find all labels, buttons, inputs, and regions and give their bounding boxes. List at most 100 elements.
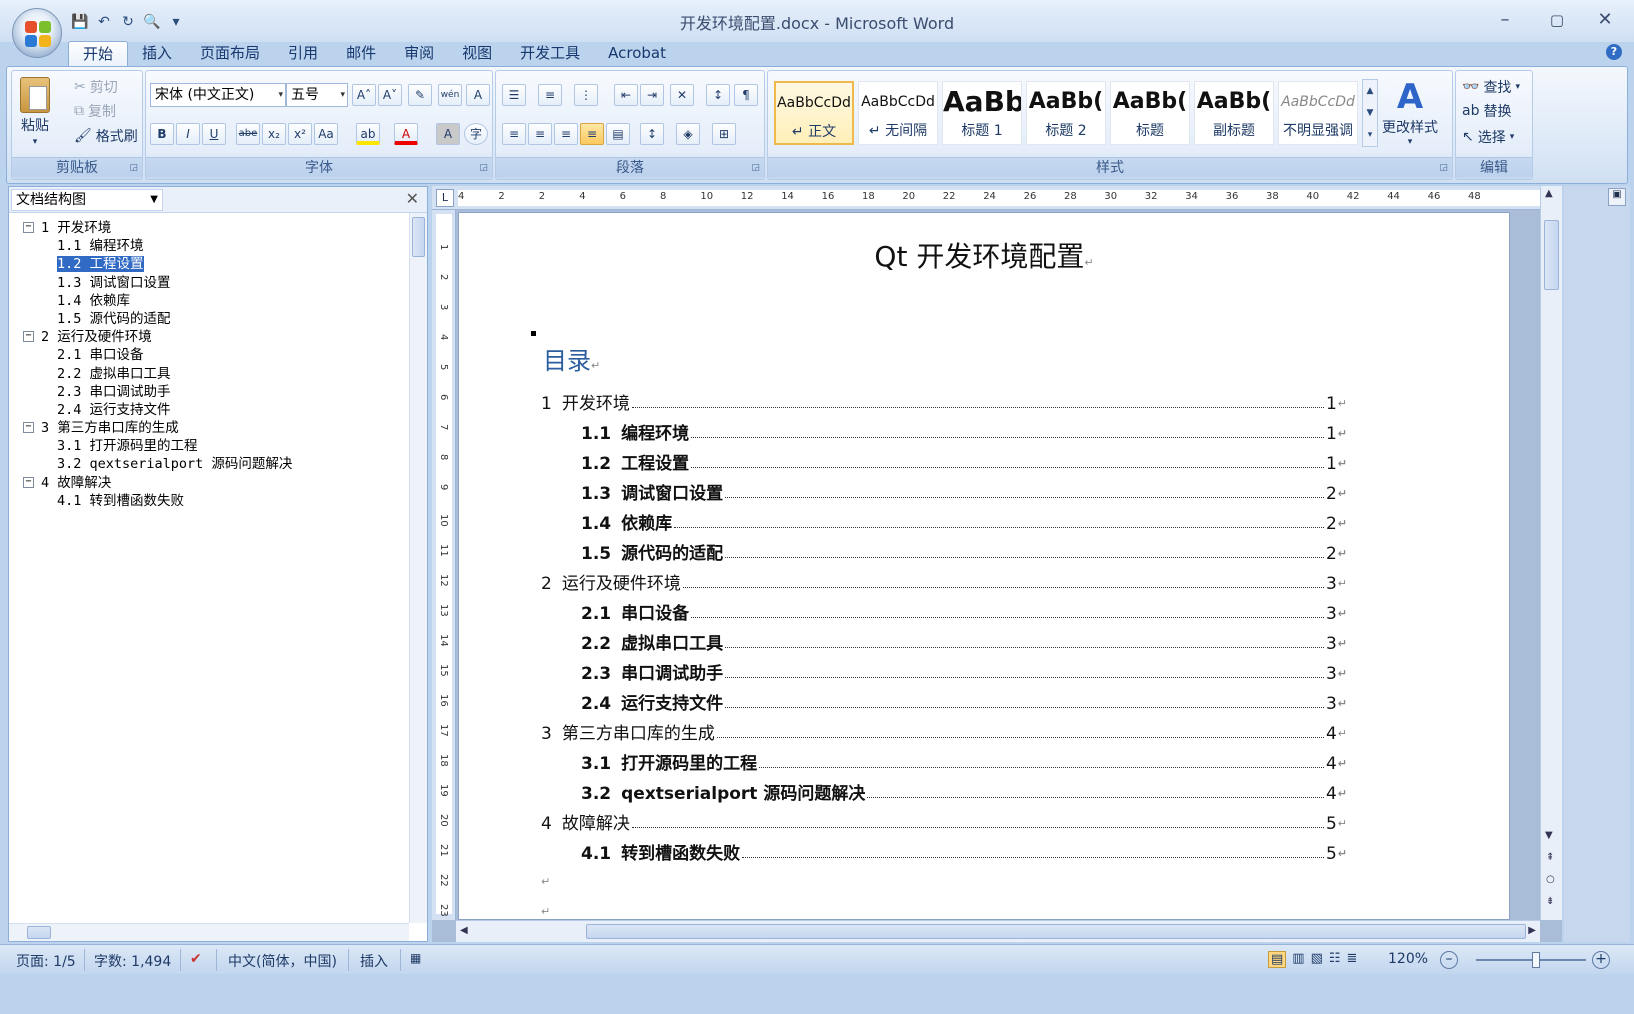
decrease-indent-icon[interactable]: ⇤ bbox=[614, 84, 638, 106]
customize-qat-icon[interactable]: ▾ bbox=[166, 12, 186, 32]
page-count[interactable]: 页面: 1/5 bbox=[16, 951, 76, 971]
toc-entry[interactable]: 3 第三方串口库的生成 4 ↵ bbox=[541, 720, 1347, 744]
style-heading-1[interactable]: AaBb 标题 1 bbox=[942, 81, 1022, 145]
select-button[interactable]: ↖ 选择 ▾ bbox=[1462, 127, 1514, 147]
nav-tree-item[interactable]: 2.4 运行支持文件 bbox=[23, 401, 292, 419]
nav-vertical-scrollbar[interactable] bbox=[409, 213, 427, 923]
tab-page-layout[interactable]: 页面布局 bbox=[186, 41, 274, 67]
nav-tree-item[interactable]: 1.4 依赖库 bbox=[23, 292, 292, 310]
scroll-left-icon[interactable]: ◀ bbox=[460, 925, 468, 936]
style-heading-2[interactable]: AaBb(标题 2 bbox=[1026, 81, 1106, 145]
align-left-icon[interactable]: ≡ bbox=[502, 123, 526, 145]
nav-tree-item[interactable]: 2.2 虚拟串口工具 bbox=[23, 365, 292, 383]
word-count[interactable]: 字数: 1,494 bbox=[94, 951, 171, 971]
nav-tree-item[interactable]: 1.3 调试窗口设置 bbox=[23, 274, 292, 292]
nav-scroll-thumb[interactable] bbox=[412, 217, 425, 257]
phonetic-guide-button[interactable]: wén bbox=[438, 84, 462, 106]
toc-entry[interactable]: 1.3 调试窗口设置 2 ↵ bbox=[581, 480, 1347, 504]
style-normal[interactable]: AaBbCcDd ↵ 正文 bbox=[774, 81, 854, 145]
line-spacing-icon[interactable]: ↕ bbox=[640, 123, 664, 145]
zoom-in-icon[interactable]: + bbox=[1592, 951, 1610, 969]
align-right-icon[interactable]: ≡ bbox=[554, 123, 578, 145]
shrink-font-button[interactable]: A˅ bbox=[378, 84, 402, 106]
toc-entry[interactable]: 1.1 编程环境 1 ↵ bbox=[581, 420, 1347, 444]
toc-entry[interactable]: 3.1 打开源码里的工程 4 ↵ bbox=[581, 750, 1347, 774]
toc-entry[interactable]: 4 故障解决 5 ↵ bbox=[541, 810, 1347, 834]
print-layout-icon[interactable]: ▤ bbox=[1268, 951, 1287, 968]
vertical-ruler[interactable]: 1 2 3 4 5 6 7 8 9 10 11 12 13 14 15 16 17 18 19 20 21 22 23 bbox=[432, 210, 456, 920]
superscript-button[interactable]: x² bbox=[288, 123, 312, 145]
nav-tree-item[interactable]: 2.3 串口调试助手 bbox=[23, 383, 292, 401]
scroll-right-icon[interactable]: ▶ bbox=[1528, 925, 1536, 936]
document-vertical-scrollbar[interactable]: ▲ ▼ ⇞ ○ ⇟ bbox=[1540, 186, 1562, 920]
numbering-icon[interactable]: ≡ bbox=[538, 84, 562, 106]
draft-view-icon[interactable]: ≣ bbox=[1347, 951, 1358, 968]
bold-button[interactable]: B bbox=[150, 123, 174, 145]
undo-icon[interactable]: ↶ bbox=[94, 12, 114, 32]
highlight-button[interactable]: ab bbox=[356, 123, 380, 145]
toc-entry[interactable]: 4.1 转到槽函数失败 5 ↵ bbox=[581, 840, 1347, 864]
print-preview-icon[interactable]: 🔍 bbox=[142, 12, 162, 32]
document-scroll-thumb[interactable] bbox=[1544, 220, 1559, 290]
paste-button[interactable]: 粘贴 ▾ bbox=[20, 77, 50, 147]
nav-tree-item[interactable]: −2 运行及硬件环境 bbox=[23, 328, 292, 346]
next-page-icon[interactable]: ⇟ bbox=[1546, 896, 1554, 907]
toc-entry[interactable]: 1.5 源代码的适配 2 ↵ bbox=[581, 540, 1347, 564]
sort-icon[interactable]: ↕ bbox=[706, 84, 730, 106]
character-shading-button[interactable]: A bbox=[436, 123, 460, 145]
clear-format-button[interactable]: ✎ bbox=[408, 84, 432, 106]
zoom-level[interactable]: 120% bbox=[1388, 951, 1428, 967]
toc-entry[interactable]: 2 运行及硬件环境 3 ↵ bbox=[541, 570, 1347, 594]
outline-view-icon[interactable]: ☷ bbox=[1329, 951, 1341, 968]
nav-tree-item[interactable]: 1.2 工程设置 bbox=[23, 255, 292, 273]
change-case-button[interactable]: Aa bbox=[314, 123, 338, 145]
help-icon[interactable]: ? bbox=[1606, 44, 1622, 60]
nav-hscroll-thumb[interactable] bbox=[27, 926, 51, 939]
show-marks-icon[interactable]: ¶ bbox=[734, 84, 758, 106]
toc-entry[interactable]: 2.2 虚拟串口工具 3 ↵ bbox=[581, 630, 1347, 654]
toc-entry[interactable]: 2.1 串口设备 3 ↵ bbox=[581, 600, 1347, 624]
save-icon[interactable]: 💾 bbox=[70, 12, 90, 32]
minimize-button[interactable]: – bbox=[1488, 8, 1522, 32]
macro-record-icon[interactable]: ▦ bbox=[410, 951, 421, 965]
tab-mailings[interactable]: 邮件 bbox=[332, 41, 390, 67]
tab-view[interactable]: 视图 bbox=[448, 41, 506, 67]
web-layout-icon[interactable]: ▧ bbox=[1311, 951, 1323, 968]
multilevel-list-icon[interactable]: ⋮ bbox=[574, 84, 598, 106]
toc-entry[interactable]: 1 开发环境 1 ↵ bbox=[541, 390, 1347, 414]
font-size-combo[interactable]: 五号 ▾ bbox=[286, 83, 348, 107]
nav-tree-item[interactable]: −3 第三方串口库的生成 bbox=[23, 419, 292, 437]
font-name-combo[interactable]: 宋体 (中文正文) ▾ bbox=[150, 83, 286, 107]
subscript-button[interactable]: x₂ bbox=[262, 123, 286, 145]
proofing-icon[interactable]: ✔ bbox=[190, 951, 202, 967]
tab-selector-icon[interactable]: L bbox=[436, 189, 454, 207]
toc-entry[interactable]: 2.4 运行支持文件 3 ↵ bbox=[581, 690, 1347, 714]
office-button[interactable] bbox=[12, 8, 62, 58]
tab-review[interactable]: 审阅 bbox=[390, 41, 448, 67]
shading-icon[interactable]: ◈ bbox=[676, 123, 700, 145]
scroll-up-icon[interactable]: ▲ bbox=[1545, 188, 1553, 199]
collapse-icon[interactable]: − bbox=[23, 422, 34, 434]
change-styles-button[interactable]: A 更改样式 ▾ bbox=[1382, 77, 1438, 147]
nav-tree-item[interactable]: 4.1 转到槽函数失败 bbox=[23, 492, 292, 510]
document-hscroll-thumb[interactable] bbox=[586, 924, 1526, 939]
document-horizontal-scrollbar[interactable]: ◀ ▶ bbox=[456, 920, 1540, 942]
insert-mode[interactable]: 插入 bbox=[360, 951, 388, 971]
nav-tree-item[interactable]: 2.1 串口设备 bbox=[23, 346, 292, 364]
nav-tree-item[interactable]: 3.2 qextserialport 源码问题解决 bbox=[23, 455, 292, 473]
style-subtle-emphasis[interactable]: AaBbCcDd 不明显强调 bbox=[1278, 81, 1358, 145]
close-pane-icon[interactable]: ✕ bbox=[406, 189, 419, 208]
tab-references[interactable]: 引用 bbox=[274, 41, 332, 67]
collapse-icon[interactable]: − bbox=[23, 331, 34, 343]
nav-tree-item[interactable]: 1.1 编程环境 bbox=[23, 237, 292, 255]
toc-entry[interactable]: 2.3 串口调试助手 3 ↵ bbox=[581, 660, 1347, 684]
full-screen-reading-icon[interactable]: ▥ bbox=[1292, 951, 1304, 968]
enclose-characters-button[interactable]: 字 bbox=[464, 123, 488, 145]
document-map-selector[interactable]: 文档结构图 ▼ bbox=[11, 189, 163, 211]
borders-icon[interactable]: ⊞ bbox=[712, 123, 736, 145]
tab-developer[interactable]: 开发工具 bbox=[506, 41, 594, 67]
strikethrough-button[interactable]: abe bbox=[236, 123, 260, 145]
clipboard-launcher-icon[interactable]: ◲ bbox=[129, 163, 138, 173]
style-no-spacing[interactable]: AaBbCcDd ↵ 无间隔 bbox=[858, 81, 938, 145]
browse-object-icon[interactable]: ○ bbox=[1546, 874, 1555, 885]
